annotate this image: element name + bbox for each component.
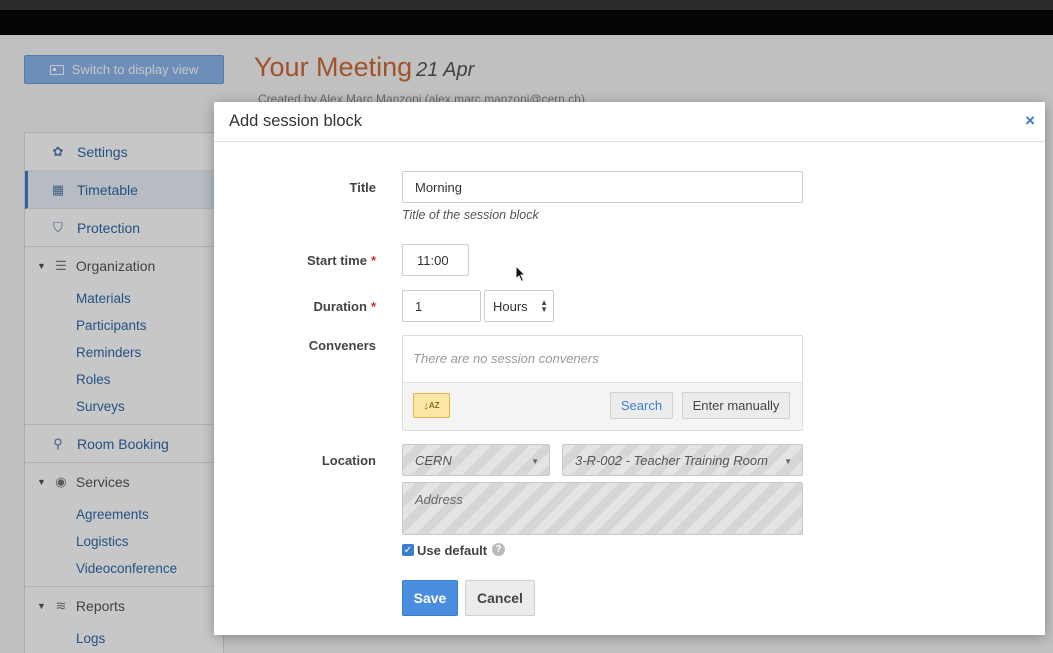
conveners-toolbar: ↓ AZ Search Enter manually bbox=[403, 382, 802, 430]
duration-value: 1 bbox=[415, 298, 423, 314]
location-label-text: Location bbox=[321, 453, 376, 468]
chevron-down-icon: ▼ bbox=[531, 457, 539, 466]
conveners-label: Conveners bbox=[256, 338, 376, 353]
room-select[interactable]: 3-R-002 - Teacher Training Room ▼ bbox=[562, 444, 803, 476]
conveners-empty-text: There are no session conveners bbox=[413, 351, 599, 366]
select-arrows-icon: ▲ ▼ bbox=[540, 298, 548, 314]
required-asterisk: * bbox=[370, 253, 376, 268]
question-circle-icon[interactable]: ? bbox=[492, 543, 505, 556]
title-label-text: Title bbox=[349, 180, 377, 195]
duration-label: Duration * bbox=[256, 299, 376, 314]
dialog-header: Add session block × bbox=[214, 102, 1045, 142]
location-label: Location bbox=[256, 453, 376, 468]
room-value: 3-R-002 - Teacher Training Room bbox=[575, 452, 768, 468]
title-input-value: Morning bbox=[415, 179, 462, 195]
close-icon[interactable]: × bbox=[1025, 112, 1035, 130]
sort-alpha-icon[interactable]: ↓ AZ bbox=[413, 393, 450, 418]
chevron-down-icon: ▼ bbox=[784, 457, 792, 466]
venue-value: CERN bbox=[415, 452, 452, 468]
duration-unit-value: Hours bbox=[493, 298, 528, 314]
title-help-text: Title of the session block bbox=[402, 208, 539, 222]
duration-unit-select[interactable]: Hours ▲ ▼ bbox=[484, 290, 554, 322]
mouse-pointer-icon bbox=[515, 265, 527, 283]
title-input[interactable]: Morning bbox=[402, 171, 803, 203]
use-default-checkbox[interactable]: ✓ bbox=[402, 544, 414, 556]
dialog-title: Add session block bbox=[229, 112, 362, 130]
conveners-field: There are no session conveners ↓ AZ Searc… bbox=[402, 335, 803, 431]
address-field[interactable]: Address bbox=[402, 482, 803, 535]
use-default-label[interactable]: Use default bbox=[417, 543, 487, 558]
start-time-label: Start time * bbox=[256, 253, 376, 268]
browser-bar bbox=[0, 10, 1053, 35]
duration-label-text: Duration bbox=[313, 299, 367, 314]
save-button[interactable]: Save bbox=[402, 580, 458, 616]
conveners-label-text: Conveners bbox=[308, 338, 376, 353]
add-session-block-dialog: Add session block × Title Morning Title … bbox=[214, 102, 1045, 635]
duration-input[interactable]: 1 bbox=[402, 290, 481, 322]
start-time-label-text: Start time bbox=[306, 253, 367, 268]
enter-manually-button[interactable]: Enter manually bbox=[682, 392, 790, 419]
start-time-value: 11:00 bbox=[417, 252, 449, 268]
title-label: Title bbox=[256, 180, 377, 195]
top-bar bbox=[0, 0, 1053, 10]
start-time-input[interactable]: 11:00 bbox=[402, 244, 469, 276]
address-placeholder: Address bbox=[415, 492, 463, 507]
required-asterisk: * bbox=[370, 299, 376, 314]
search-button[interactable]: Search bbox=[610, 392, 673, 419]
cancel-button[interactable]: Cancel bbox=[465, 580, 535, 616]
venue-select[interactable]: CERN ▼ bbox=[402, 444, 550, 476]
